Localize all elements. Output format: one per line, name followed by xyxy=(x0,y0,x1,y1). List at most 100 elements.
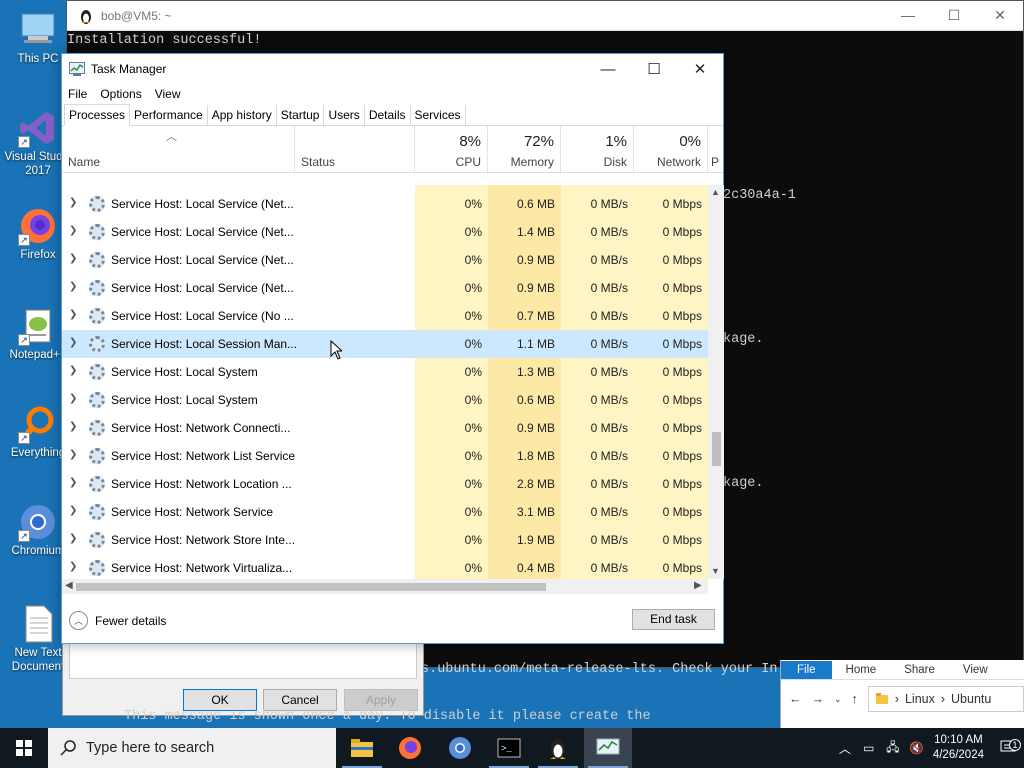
clock[interactable]: 10:10 AM 4/26/2024 xyxy=(933,733,984,763)
process-cpu-value: 0% xyxy=(464,253,482,267)
recent-locations-chevron-icon[interactable]: ⌄ xyxy=(834,694,842,705)
horizontal-scroll-thumb[interactable] xyxy=(76,583,546,591)
process-row[interactable]: ❯ Service Host: Local Session Man... 0% 1.1… xyxy=(62,330,708,358)
process-row[interactable]: ❯ Service Host: Local Service (Net... 0% 1.… xyxy=(62,218,708,246)
process-network-value: 0 Mbps xyxy=(662,393,702,407)
close-button[interactable]: ✕ xyxy=(677,54,723,84)
expand-chevron-icon[interactable]: ❯ xyxy=(69,309,77,320)
close-button[interactable]: ✕ xyxy=(977,7,1023,24)
show-hidden-icons-chevron-icon[interactable]: ︿ xyxy=(833,740,857,757)
scroll-up-arrow-icon[interactable]: ▲ xyxy=(711,187,720,197)
column-header-name[interactable]: Name xyxy=(62,126,295,173)
vertical-scroll-thumb[interactable] xyxy=(712,432,721,466)
task-manager-window[interactable]: Task Manager — ☐ ✕ File Options View Pro… xyxy=(61,53,724,644)
address-path[interactable]: › Linux › Ubuntu xyxy=(867,686,1024,712)
process-row[interactable]: ❯ Service Host: Local System 0% 1.3 MB 0 MB/… xyxy=(62,358,708,386)
start-button[interactable] xyxy=(0,728,48,768)
expand-chevron-icon[interactable]: ❯ xyxy=(69,477,77,488)
process-memory-value: 0.9 MB xyxy=(516,421,555,435)
process-row[interactable]: ❯ Service Host: Network Location ... 0% 2.8… xyxy=(62,470,708,498)
end-task-button[interactable]: End task xyxy=(632,609,715,630)
tab-performance[interactable]: Performance xyxy=(130,105,208,125)
menu-file[interactable]: File xyxy=(68,87,87,101)
volume-muted-icon[interactable]: 🔇 xyxy=(905,741,929,755)
cancel-button[interactable]: Cancel xyxy=(263,689,337,711)
process-row[interactable]: ❯ Service Host: Network Service 0% 3.1 MB 0 … xyxy=(62,498,708,526)
expand-chevron-icon[interactable]: ❯ xyxy=(69,225,77,236)
column-header-cpu[interactable]: 8% CPU xyxy=(415,126,488,173)
expand-chevron-icon[interactable]: ❯ xyxy=(69,421,77,432)
tab-users[interactable]: Users xyxy=(324,105,365,125)
scroll-right-arrow-icon[interactable]: ▶ xyxy=(694,580,702,591)
expand-chevron-icon[interactable]: ❯ xyxy=(69,561,77,572)
tablet-icon[interactable]: ▭ xyxy=(857,741,881,755)
apply-button[interactable]: Apply xyxy=(344,689,418,711)
firefox-icon xyxy=(399,737,421,759)
fewer-details-toggle[interactable]: ︿ Fewer details xyxy=(69,611,166,630)
expand-chevron-icon[interactable]: ❯ xyxy=(69,337,77,348)
ok-button[interactable]: OK xyxy=(183,689,257,711)
ribbon-tab-share[interactable]: Share xyxy=(890,664,949,676)
maximize-button[interactable]: ☐ xyxy=(631,54,677,84)
network-icon[interactable]: 🖧 xyxy=(881,738,905,759)
tab-app-history[interactable]: App history xyxy=(208,105,277,125)
column-header-network[interactable]: 0% Network xyxy=(634,126,708,173)
process-row[interactable]: ❯ Service Host: Network Connecti... 0% 0.9 … xyxy=(62,414,708,442)
column-header-power[interactable]: P xyxy=(708,126,723,173)
maximize-button[interactable]: ☐ xyxy=(931,7,977,24)
tab-services[interactable]: Services xyxy=(411,105,466,125)
expand-chevron-icon[interactable]: ❯ xyxy=(69,365,77,376)
process-row[interactable]: ❯ Service Host: Local Service (No ... 0% 0.… xyxy=(62,302,708,330)
tab-processes[interactable]: Processes xyxy=(64,104,131,126)
task-manager-title-bar[interactable]: Task Manager — ☐ ✕ xyxy=(62,54,723,84)
expand-chevron-icon[interactable]: ❯ xyxy=(69,197,77,208)
taskbar-chromium[interactable] xyxy=(436,728,484,768)
process-row[interactable]: ❯ Service Host: Local System 0% 0.6 MB 0 MB/… xyxy=(62,386,708,414)
taskbar-file-explorer[interactable] xyxy=(338,728,386,768)
breadcrumb-ubuntu[interactable]: Ubuntu xyxy=(951,692,991,706)
up-arrow-icon[interactable]: ↑ xyxy=(852,692,858,706)
action-center-icon[interactable]: 1 xyxy=(992,738,1024,757)
scroll-down-arrow-icon[interactable]: ▼ xyxy=(711,566,720,576)
expand-chevron-icon[interactable]: ❯ xyxy=(69,505,77,516)
file-explorer-window[interactable]: File Home Share View ← → ⌄ ↑ › Linux › U… xyxy=(780,660,1024,730)
column-header-disk[interactable]: 1% Disk xyxy=(561,126,634,173)
minimize-button[interactable]: — xyxy=(885,7,931,24)
svg-text:>_: >_ xyxy=(501,744,512,754)
process-row[interactable]: ❯ Service Host: Local Service (Net... 0% 0.… xyxy=(62,274,708,302)
taskbar-linux-vm[interactable] xyxy=(534,728,582,768)
process-row[interactable]: ❯ Service Host: Network Virtualiza... 0% 0.… xyxy=(62,554,708,579)
process-row[interactable]: ❯ Service Host: Local Service (Net... 0% 0.… xyxy=(62,246,708,274)
expand-chevron-icon[interactable]: ❯ xyxy=(69,281,77,292)
expand-chevron-icon[interactable]: ❯ xyxy=(69,449,77,460)
process-row[interactable]: ❯ Service Host: Network List Service 0% 1.8… xyxy=(62,442,708,470)
taskbar-task-manager[interactable] xyxy=(584,728,632,768)
breadcrumb-linux[interactable]: Linux xyxy=(905,692,935,706)
column-header-status[interactable]: Status xyxy=(295,126,415,173)
process-row[interactable]: ❯ Service Host: Local Service (Net... 0% 0.… xyxy=(62,190,708,218)
taskbar-search-box[interactable]: Type here to search xyxy=(48,728,336,768)
back-arrow-icon[interactable]: ← xyxy=(789,692,802,706)
expand-chevron-icon[interactable]: ❯ xyxy=(69,393,77,404)
horizontal-scrollbar[interactable]: ◀ ▶ xyxy=(62,579,708,594)
process-row[interactable]: ❯ Service Host: Network Store Inte... 0% 1.… xyxy=(62,526,708,554)
expand-chevron-icon[interactable]: ❯ xyxy=(69,533,77,544)
forward-arrow-icon[interactable]: → xyxy=(812,692,825,706)
tab-startup[interactable]: Startup xyxy=(277,105,325,125)
minimize-button[interactable]: — xyxy=(585,54,631,84)
expand-chevron-icon[interactable]: ❯ xyxy=(69,253,77,264)
ribbon-tab-file[interactable]: File xyxy=(781,660,832,679)
taskbar-terminal[interactable]: >_ xyxy=(485,728,533,768)
tab-details[interactable]: Details xyxy=(365,105,411,125)
taskbar-firefox[interactable] xyxy=(386,728,434,768)
vertical-scrollbar[interactable]: ▲ ▼ xyxy=(708,185,724,579)
scroll-left-arrow-icon[interactable]: ◀ xyxy=(65,580,73,591)
menu-view[interactable]: View xyxy=(155,87,181,101)
ribbon-tab-home[interactable]: Home xyxy=(832,664,891,676)
ribbon-tab-view[interactable]: View xyxy=(949,664,1002,676)
tux-icon xyxy=(550,739,566,759)
menu-options[interactable]: Options xyxy=(100,87,141,101)
terminal-title-bar[interactable]: bob@VM5: ~ — ☐ ✕ xyxy=(67,1,1023,31)
process-network-value: 0 Mbps xyxy=(662,533,702,547)
column-header-memory[interactable]: 72% Memory xyxy=(488,126,561,173)
